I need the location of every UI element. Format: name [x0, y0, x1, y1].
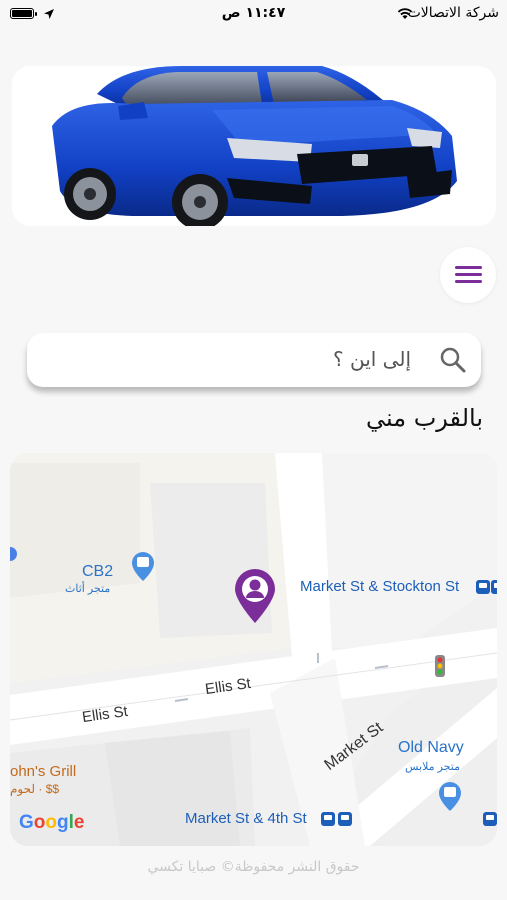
- map-label-old-navy-category: متجر ملابس: [405, 761, 460, 773]
- transit-icon: [321, 812, 335, 826]
- map-label-market-stockton[interactable]: Market St & Stockton St: [300, 578, 459, 595]
- carrier-name: شركة الاتصالات: [407, 5, 499, 21]
- map-label-cb2[interactable]: CB2: [82, 563, 113, 581]
- status-bar: ١١:٤٧ ص شركة الاتصالات: [0, 0, 507, 30]
- menu-icon: [455, 266, 482, 269]
- search-icon: [440, 347, 466, 373]
- map-label-cb2-category: متجر أثاث: [65, 583, 111, 595]
- car-image: [52, 66, 457, 226]
- search-placeholder: إلى اين ؟: [333, 347, 411, 371]
- menu-icon-bar: [455, 273, 482, 276]
- transit-icon: [483, 812, 497, 826]
- copyright-footer: حقوق النشر محفوظة© صبايا تكسي: [147, 859, 360, 875]
- nearby-title: بالقرب مني: [365, 404, 483, 432]
- map-label-old-navy[interactable]: Old Navy: [398, 739, 464, 757]
- car-banner: [12, 66, 496, 226]
- map-label-johns-grill-category: $$ · لحوم: [10, 782, 60, 796]
- map-label-johns-grill[interactable]: ohn's Grill: [10, 763, 76, 780]
- map-label-market-4th[interactable]: Market St & 4th St: [185, 810, 307, 827]
- menu-button[interactable]: [440, 247, 496, 303]
- nearby-map[interactable]: CB2 متجر أثاث Market St & Stockton St El…: [10, 453, 497, 846]
- transit-icon: [338, 812, 352, 826]
- map-tiles: [10, 453, 497, 846]
- destination-search-input[interactable]: إلى اين ؟: [27, 333, 481, 387]
- transit-icon: [491, 580, 497, 594]
- transit-icon: [476, 580, 490, 594]
- menu-icon-bar: [455, 280, 482, 283]
- google-logo: Google: [19, 812, 85, 833]
